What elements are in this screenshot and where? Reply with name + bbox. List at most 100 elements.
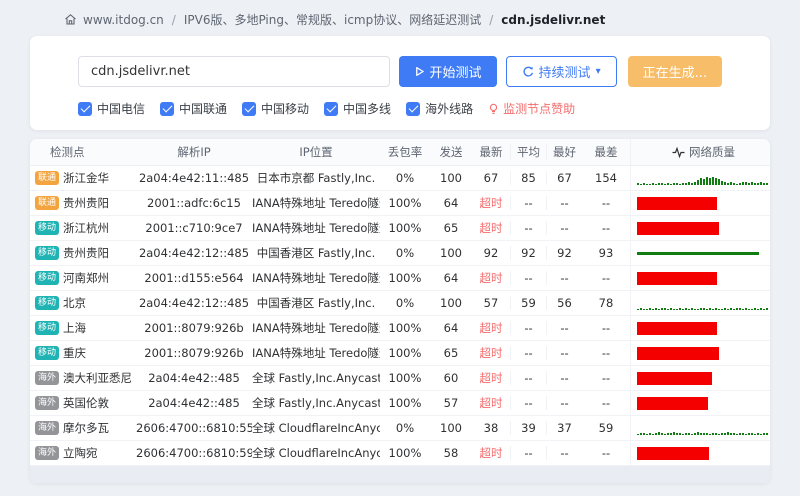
avg-latency: 92 xyxy=(510,246,546,260)
refresh-icon xyxy=(523,66,533,77)
resolved-ip: 2001::c710:9ce7 xyxy=(145,221,243,235)
node-name: 澳大利亚悉尼 xyxy=(63,371,133,385)
resolved-ip: 2a04:4e42::485 xyxy=(148,396,240,410)
node-name: 浙江杭州 xyxy=(63,221,110,235)
bulb-icon xyxy=(489,103,498,114)
best-latency: -- xyxy=(546,271,582,285)
filter-china-mobile[interactable]: 中国移动 xyxy=(242,100,309,117)
carrier-badge: 移动 xyxy=(35,221,60,235)
ip-location: IANA特殊地址 Teredo隧道地址 xyxy=(252,321,380,335)
home-icon xyxy=(65,14,76,25)
resolved-ip: 2001::adfc:6c15 xyxy=(147,196,241,210)
breadcrumb: www.itdog.cn / IPV6版、多地Ping、常规版、icmp协议、网… xyxy=(0,0,800,36)
carrier-badge: 海外 xyxy=(35,421,60,435)
best-latency: 67 xyxy=(546,171,582,185)
loss-rate: 100% xyxy=(388,346,422,360)
ip-location: 全球 Fastly,Inc.Anycast网段 xyxy=(252,371,380,385)
filter-label: 中国电信 xyxy=(97,102,146,116)
sent-count: 65 xyxy=(443,221,459,235)
table-row: 联通 贵州贵阳 2001::adfc:6c15 IANA特殊地址 Teredo隧… xyxy=(30,191,770,216)
ip-location: 全球 CloudflareIncAnycast网段 xyxy=(252,421,380,435)
worst-latency: -- xyxy=(601,271,611,285)
target-input[interactable] xyxy=(78,56,390,87)
filter-label: 中国移动 xyxy=(261,102,310,116)
network-quality-cell xyxy=(630,191,770,215)
breadcrumb-site[interactable]: www.itdog.cn xyxy=(83,13,164,27)
network-quality-cell xyxy=(630,266,770,290)
header-resolved-ip: 解析IP xyxy=(177,145,211,159)
start-test-button[interactable]: 开始测试 xyxy=(398,56,497,87)
table-row: 海外 澳大利亚悉尼 2a04:4e42::485 全球 Fastly,Inc.A… xyxy=(30,366,770,391)
worst-latency: 59 xyxy=(598,421,614,435)
carrier-filters: 中国电信 中国联通 中国移动 中国多线 海外线路 监测节点赞助 xyxy=(78,100,722,117)
loss-rate: 100% xyxy=(388,221,422,235)
avg-latency: 59 xyxy=(510,296,546,310)
carrier-badge: 海外 xyxy=(35,371,60,385)
header-latest: 最新 xyxy=(479,145,503,159)
sponsor-label: 监测节点赞助 xyxy=(503,102,576,116)
table-scrollbar-track[interactable] xyxy=(30,466,770,483)
header-avg: 平均 xyxy=(510,144,546,160)
avg-latency: -- xyxy=(510,271,546,285)
filter-china-telecom[interactable]: 中国电信 xyxy=(78,100,145,117)
filter-label: 海外线路 xyxy=(425,102,474,116)
best-latency: 92 xyxy=(546,246,582,260)
quality-timeout-bar xyxy=(637,321,717,335)
table-row: 移动 河南郑州 2001::d155:e564 IANA特殊地址 Teredo隧… xyxy=(30,266,770,291)
sponsor-link[interactable]: 监测节点赞助 xyxy=(488,100,575,117)
loss-rate: 100% xyxy=(388,396,422,410)
checkbox-checked-icon[interactable] xyxy=(324,101,339,116)
loss-rate: 100% xyxy=(388,371,422,385)
latest-latency: 超时 xyxy=(479,446,503,460)
avg-latency: -- xyxy=(510,396,546,410)
generating-button: 正在生成... xyxy=(627,56,722,87)
filter-china-unicom[interactable]: 中国联通 xyxy=(160,100,227,117)
table-row: 移动 重庆 2001::8079:926b IANA特殊地址 Teredo隧道地… xyxy=(30,341,770,366)
network-quality-cell xyxy=(630,416,770,440)
best-latency: -- xyxy=(546,346,582,360)
sent-count: 64 xyxy=(443,196,459,210)
ip-location: IANA特殊地址 Teredo隧道地址 xyxy=(252,271,380,285)
filter-overseas[interactable]: 海外线路 xyxy=(406,100,473,117)
checkbox-checked-icon[interactable] xyxy=(242,101,257,116)
loss-rate: 0% xyxy=(395,421,415,435)
sent-count: 100 xyxy=(440,296,462,310)
checkbox-checked-icon[interactable] xyxy=(160,101,175,116)
resolved-ip: 2a04:4e42:11::485 xyxy=(138,171,250,185)
latest-latency: 57 xyxy=(483,296,499,310)
node-name: 立陶宛 xyxy=(63,446,98,460)
sent-count: 100 xyxy=(440,246,462,260)
filter-label: 中国联通 xyxy=(179,102,228,116)
worst-latency: -- xyxy=(601,371,611,385)
ip-location: IANA特殊地址 Teredo隧道地址 xyxy=(252,221,380,235)
table-row: 移动 浙江杭州 2001::c710:9ce7 IANA特殊地址 Teredo隧… xyxy=(30,216,770,241)
breadcrumb-separator: / xyxy=(489,12,494,27)
latest-latency: 超时 xyxy=(479,346,503,360)
avg-latency: -- xyxy=(510,196,546,210)
continuous-test-button[interactable]: 持续测试 ▾ xyxy=(505,56,617,87)
network-quality-cell xyxy=(630,366,770,390)
carrier-badge: 海外 xyxy=(35,446,60,460)
worst-latency: 154 xyxy=(595,171,617,185)
sent-count: 64 xyxy=(443,321,459,335)
breadcrumb-path: IPV6版、多地Ping、常规版、icmp协议、网络延迟测试 xyxy=(183,13,482,27)
avg-latency: -- xyxy=(510,371,546,385)
checkbox-checked-icon[interactable] xyxy=(406,101,421,116)
checkbox-checked-icon[interactable] xyxy=(78,101,92,116)
test-toolbar-card: 开始测试 持续测试 ▾ 正在生成... 中国电信 中国联通 中国移动 中国多线 xyxy=(30,36,770,130)
carrier-badge: 联通 xyxy=(35,196,60,210)
quality-timeout-bar xyxy=(637,346,719,360)
filter-china-multiline[interactable]: 中国多线 xyxy=(324,100,391,117)
ip-location: IANA特殊地址 Teredo隧道地址 xyxy=(252,196,380,210)
quality-sparkline xyxy=(637,171,768,185)
latest-latency: 38 xyxy=(483,421,499,435)
table-row: 海外 摩尔多瓦 2606:4700::6810:5514 全球 Cloudfla… xyxy=(30,416,770,441)
resolved-ip: 2001::8079:926b xyxy=(144,346,244,360)
pulse-icon xyxy=(672,146,685,158)
quality-timeout-bar xyxy=(637,196,717,210)
node-name: 重庆 xyxy=(63,346,87,360)
play-icon xyxy=(415,67,424,76)
ip-location: IANA特殊地址 Teredo隧道地址 xyxy=(252,346,380,360)
resolved-ip: 2001::d155:e564 xyxy=(144,271,244,285)
latest-latency: 超时 xyxy=(479,396,503,410)
